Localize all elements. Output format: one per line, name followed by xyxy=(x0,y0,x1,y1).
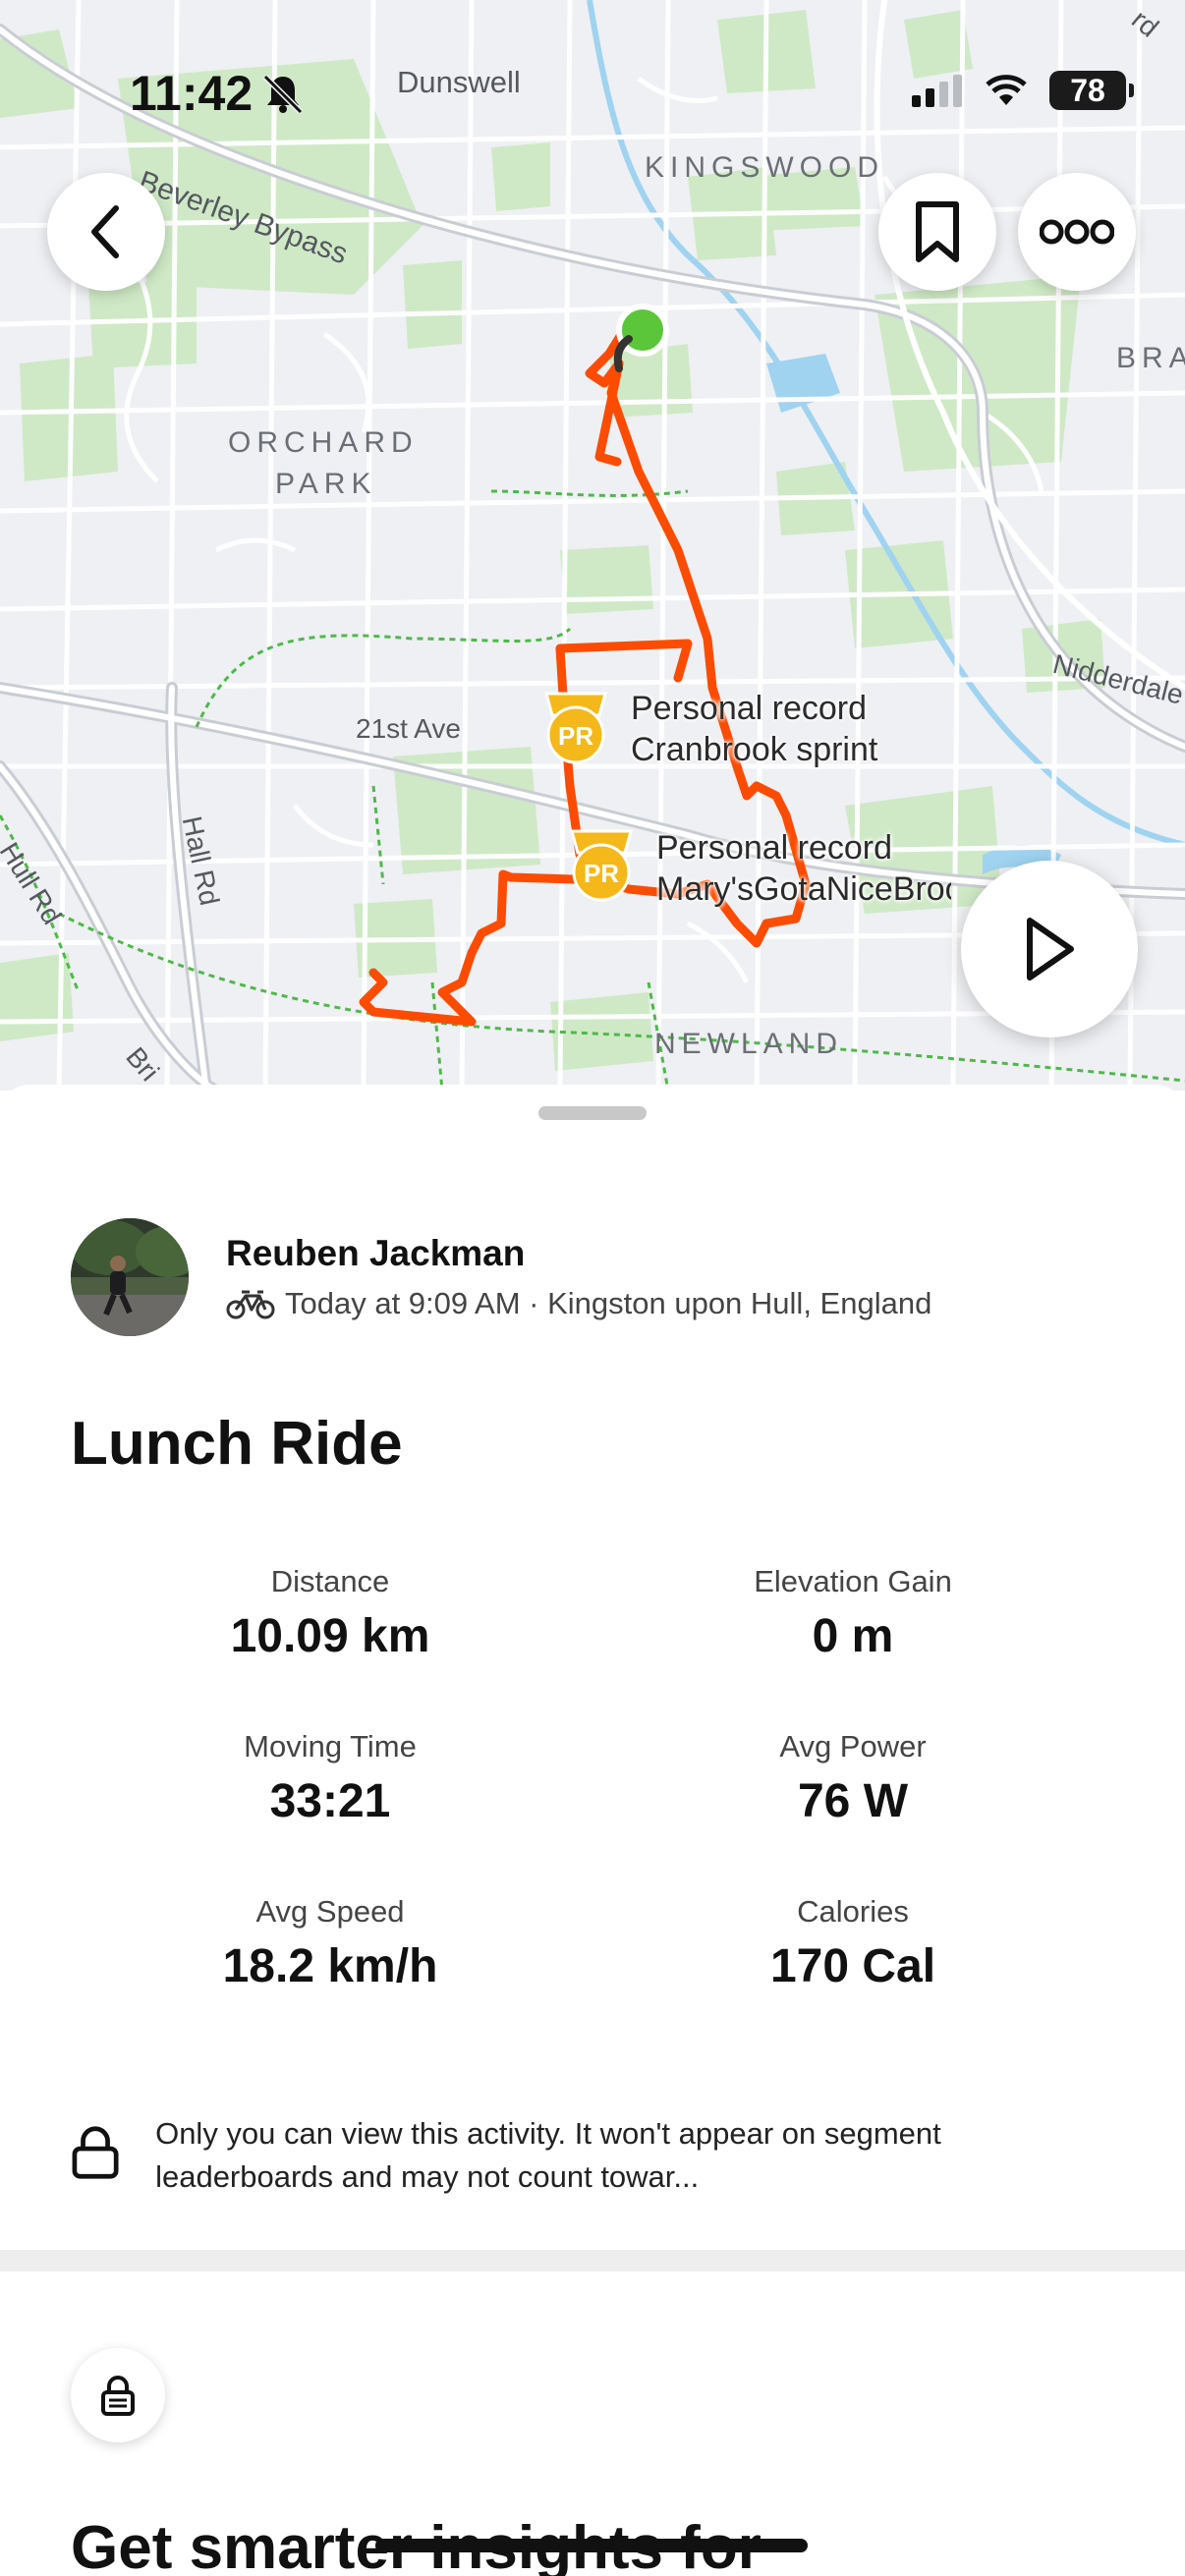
more-dots-icon xyxy=(1040,219,1114,245)
insights-lock-badge xyxy=(71,2348,165,2442)
pr-badge-marys[interactable]: PR xyxy=(568,825,635,909)
chevron-left-icon xyxy=(91,205,119,258)
bell-slash-icon xyxy=(261,73,305,121)
activity-sheet: Reuben Jackman Today at 9:09 AM · Kingst… xyxy=(0,1085,1185,2576)
stat-calories: Calories 170 Cal xyxy=(627,1894,1079,1993)
stat-value: 10.09 km xyxy=(230,1610,430,1662)
stat-label: Elevation Gain xyxy=(754,1564,952,1598)
map-label-park: PARK xyxy=(275,468,377,500)
stat-value: 18.2 km/h xyxy=(222,1940,438,1992)
privacy-notice[interactable]: Only you can view this activity. It won'… xyxy=(71,2112,1112,2199)
map-label-newland: NEWLAND xyxy=(654,1028,844,1060)
activity-meta: Today at 9:09 AM · Kingston upon Hull, E… xyxy=(285,1286,932,1320)
start-marker xyxy=(616,304,669,357)
stat-label: Distance xyxy=(270,1564,390,1598)
athlete-header[interactable]: Reuben Jackman Today at 9:09 AM · Kingst… xyxy=(71,1218,931,1336)
cellular-signal-icon xyxy=(912,75,962,107)
battery-indicator: 78 xyxy=(1049,71,1134,110)
status-indicators: 78 xyxy=(910,71,1134,110)
segment-label-line1: Personal record xyxy=(631,690,868,727)
section-divider xyxy=(0,2250,1185,2271)
play-flyby-button[interactable] xyxy=(961,861,1138,1037)
map-label-orchard: ORCHARD xyxy=(228,426,419,459)
stat-elevation-gain: Elevation Gain 0 m xyxy=(627,1564,1079,1663)
map-label-kingswood: KINGSWOOD xyxy=(645,151,885,184)
wifi-icon xyxy=(986,75,1027,105)
stat-label: Calories xyxy=(797,1894,909,1929)
stat-label: Avg Speed xyxy=(255,1894,405,1929)
segment-label-marys[interactable]: Personal record Mary'sGotaNiceBrook xyxy=(656,827,951,910)
home-indicator[interactable] xyxy=(375,2539,808,2552)
stat-label: Moving Time xyxy=(244,1729,417,1764)
segment-label-line1: Personal record xyxy=(656,829,893,867)
stat-distance: Distance 10.09 km xyxy=(104,1564,556,1663)
stat-value: 76 W xyxy=(797,1775,909,1827)
stat-avg-speed: Avg Speed 18.2 km/h xyxy=(104,1894,556,1993)
bike-icon xyxy=(226,1290,275,1319)
sheet-drag-handle[interactable] xyxy=(538,1106,647,1120)
stat-value: 33:21 xyxy=(269,1775,391,1827)
pr-badge-text: PR xyxy=(584,859,619,888)
lock-icon xyxy=(101,2376,135,2416)
activity-map[interactable]: Dunswell Beverley Bypass KINGSWOOD ORCHA… xyxy=(0,0,1185,1091)
stat-moving-time: Moving Time 33:21 xyxy=(104,1729,556,1828)
stat-value: 0 m xyxy=(812,1610,894,1662)
privacy-notice-text: Only you can view this activity. It won'… xyxy=(155,2116,941,2194)
status-time: 11:42 xyxy=(130,66,254,121)
avatar[interactable] xyxy=(71,1218,189,1336)
segment-label-cranbrook[interactable]: Personal record Cranbrook sprint xyxy=(631,688,877,770)
map-label-dunswell: Dunswell xyxy=(397,65,521,99)
stat-value: 170 Cal xyxy=(769,1940,936,1992)
lock-icon xyxy=(72,2126,119,2179)
segment-label-line2: Mary'sGotaNiceBrook xyxy=(656,870,951,908)
map-label-21st-ave: 21st Ave xyxy=(356,713,461,744)
more-options-button[interactable] xyxy=(1018,173,1136,291)
bookmark-icon xyxy=(916,201,959,262)
stat-avg-power: Avg Power 76 W xyxy=(627,1729,1079,1828)
bookmark-button[interactable] xyxy=(878,173,996,291)
pr-badge-text: PR xyxy=(558,721,593,751)
play-icon xyxy=(1027,918,1074,980)
athlete-name[interactable]: Reuben Jackman xyxy=(226,1233,931,1274)
map-label-bra: BRA xyxy=(1116,342,1185,374)
segment-label-line2: Cranbrook sprint xyxy=(631,731,878,768)
stat-label: Avg Power xyxy=(779,1729,927,1764)
activity-title[interactable]: Lunch Ride xyxy=(71,1409,403,1479)
pr-badge-cranbrook[interactable]: PR xyxy=(542,688,609,771)
back-button[interactable] xyxy=(47,173,165,291)
